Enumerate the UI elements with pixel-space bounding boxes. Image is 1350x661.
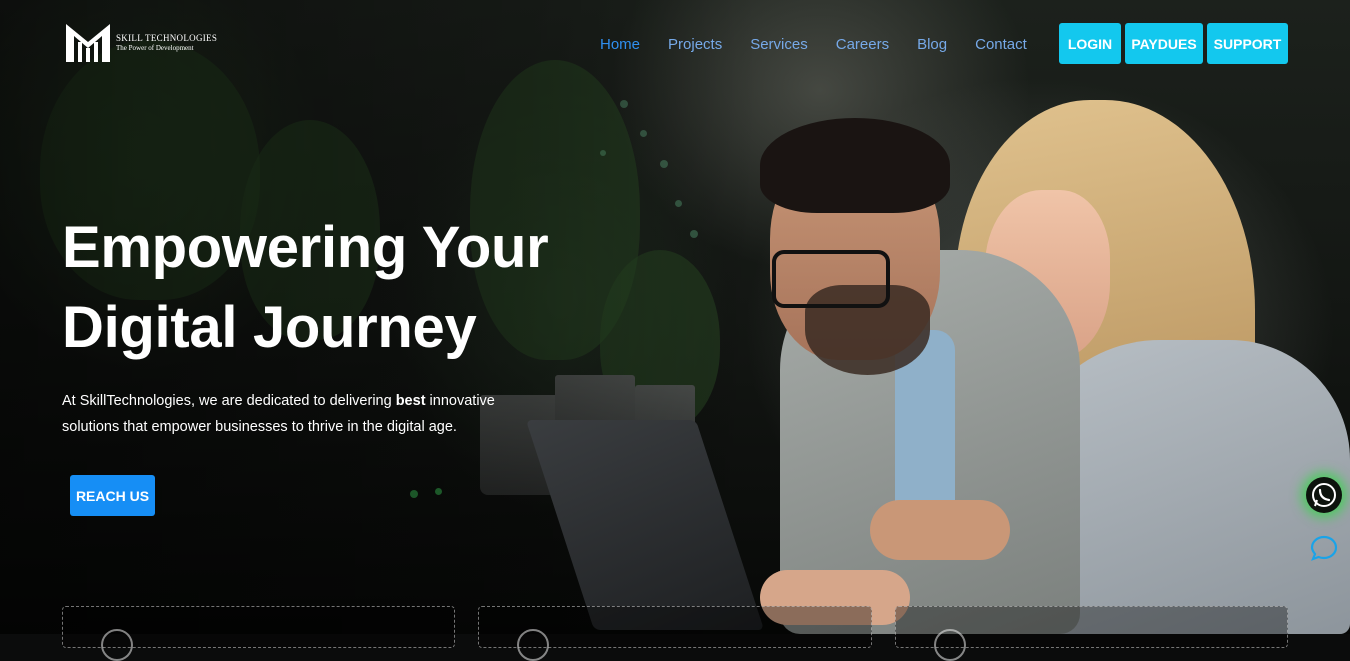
feature-card [895, 606, 1288, 661]
nav-blog[interactable]: Blog [917, 36, 947, 54]
feature-card [478, 606, 872, 661]
chat-bubble-icon[interactable] [1309, 533, 1339, 563]
brand-name: SKILL TECHNOLOGIES [116, 33, 218, 43]
nav-services[interactable]: Services [750, 36, 808, 54]
logo-mark-icon [66, 24, 110, 62]
nav-careers[interactable]: Careers [836, 36, 889, 54]
nav-projects[interactable]: Projects [668, 36, 722, 54]
brand-logo[interactable]: SKILL TECHNOLOGIES The Power of Developm… [64, 22, 217, 64]
desc-bold: best [395, 393, 426, 409]
hero-description: At SkillTechnologies, we are dedicated t… [62, 388, 542, 440]
whatsapp-icon[interactable] [1306, 477, 1342, 513]
nav-contact[interactable]: Contact [975, 36, 1027, 54]
paydues-button[interactable]: PAYDUES [1125, 23, 1203, 64]
reach-us-button[interactable]: REACH US [70, 475, 155, 516]
support-button[interactable]: SUPPORT [1207, 23, 1288, 64]
main-nav: Home Projects Services Careers Blog Cont… [600, 36, 1027, 54]
login-button[interactable]: LOGIN [1059, 23, 1121, 64]
headline-line-1: Empowering Your [62, 215, 549, 280]
feature-card [62, 606, 455, 661]
headline-line-2: Digital Journey [62, 295, 477, 360]
nav-home[interactable]: Home [600, 36, 640, 54]
desc-text-1: At SkillTechnologies, we are dedicated t… [62, 393, 396, 409]
hero-headline: Empowering Your Digital Journey [62, 208, 549, 368]
brand-tagline: The Power of Development [116, 44, 194, 52]
